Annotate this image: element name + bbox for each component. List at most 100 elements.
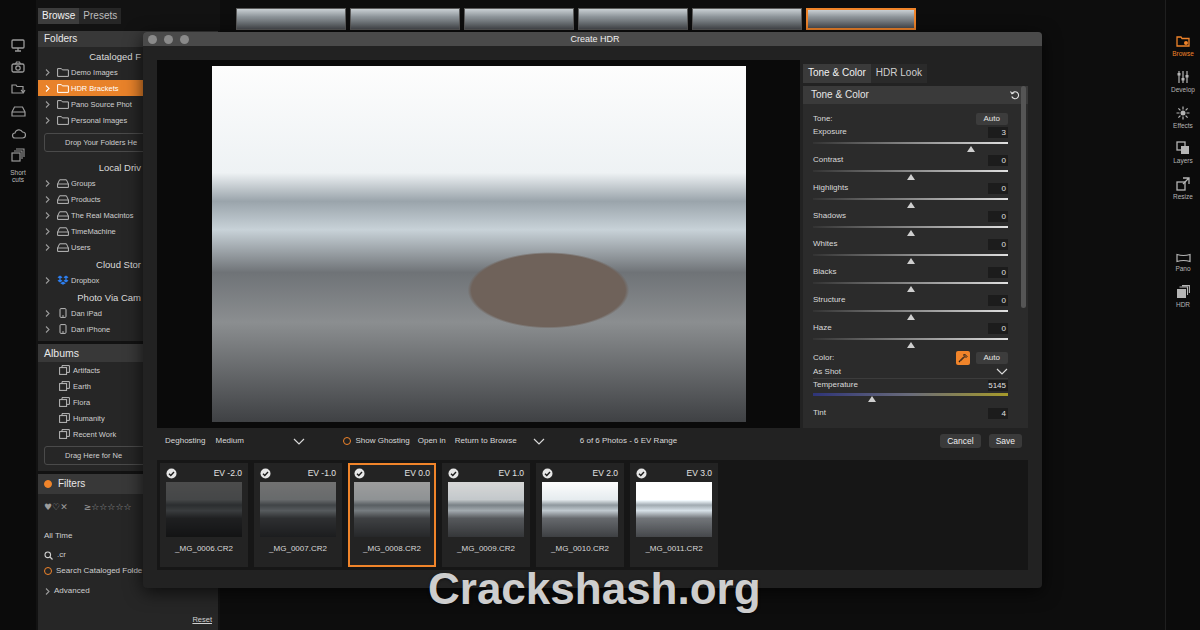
view-tab[interactable]: Presets bbox=[79, 8, 121, 24]
slider-value[interactable]: 0 bbox=[988, 183, 1008, 194]
filmstrip-thumbnail[interactable] bbox=[806, 8, 916, 30]
search-value[interactable]: .cr bbox=[57, 550, 66, 560]
bracket-thumbnail[interactable]: EV -2.0_MG_0006.CR2 bbox=[160, 463, 248, 567]
slider-value[interactable]: 0 bbox=[988, 267, 1008, 278]
expand-chevron-icon[interactable] bbox=[44, 310, 50, 317]
search-cataloged-radio[interactable] bbox=[44, 567, 52, 575]
bracket-thumbnail[interactable]: EV 0.0_MG_0008.CR2 bbox=[348, 463, 436, 567]
slider-handle[interactable] bbox=[907, 174, 915, 180]
scrollbar[interactable] bbox=[1021, 86, 1026, 308]
expand-chevron-icon[interactable] bbox=[44, 69, 50, 76]
show-ghosting-option[interactable]: Show Ghosting bbox=[343, 436, 409, 446]
slider-value[interactable]: 3 bbox=[988, 127, 1008, 138]
module-button[interactable]: Effects bbox=[1173, 106, 1193, 130]
show-ghosting-radio[interactable] bbox=[343, 437, 351, 445]
checked-icon[interactable] bbox=[166, 468, 177, 479]
slider-track[interactable] bbox=[813, 334, 1008, 350]
bracket-thumbnail[interactable]: EV 2.0_MG_0010.CR2 bbox=[536, 463, 624, 567]
filmstrip-thumbnail[interactable] bbox=[350, 8, 460, 30]
slider-handle[interactable] bbox=[907, 202, 915, 208]
expand-chevron-icon[interactable] bbox=[44, 326, 50, 333]
slider-track[interactable] bbox=[813, 194, 1008, 210]
filmstrip-thumbnail[interactable] bbox=[578, 8, 688, 30]
slider-track[interactable] bbox=[813, 222, 1008, 238]
reset-icon[interactable] bbox=[1010, 90, 1020, 100]
checked-icon[interactable] bbox=[636, 468, 647, 479]
expand-chevron-icon[interactable] bbox=[44, 212, 50, 219]
checked-icon[interactable] bbox=[542, 468, 553, 479]
slider-value[interactable]: 0 bbox=[988, 211, 1008, 222]
expand-chevron-icon[interactable] bbox=[44, 588, 50, 595]
tone-auto-button[interactable]: Auto bbox=[976, 113, 1008, 125]
expand-chevron-icon[interactable] bbox=[44, 85, 50, 92]
camera-icon[interactable] bbox=[10, 59, 26, 75]
slider-handle[interactable] bbox=[868, 396, 876, 402]
cancel-button[interactable]: Cancel bbox=[940, 434, 980, 448]
slider-handle[interactable] bbox=[967, 146, 975, 152]
bracket-thumbnail[interactable]: EV -1.0_MG_0007.CR2 bbox=[254, 463, 342, 567]
minimize-button[interactable] bbox=[164, 35, 173, 44]
bracket-thumbnail[interactable]: EV 3.0_MG_0011.CR2 bbox=[630, 463, 718, 567]
slider-value[interactable]: 0 bbox=[988, 239, 1008, 250]
deghosting-dropdown[interactable]: Medium bbox=[215, 436, 305, 446]
filmstrip-thumbnail[interactable] bbox=[236, 8, 346, 30]
close-button[interactable] bbox=[148, 35, 157, 44]
slider-track[interactable] bbox=[813, 306, 1008, 322]
zoom-button[interactable] bbox=[180, 35, 189, 44]
slider-value[interactable]: 0 bbox=[988, 323, 1008, 334]
slider-track[interactable] bbox=[813, 138, 1008, 154]
expand-chevron-icon[interactable] bbox=[44, 101, 50, 108]
checked-icon[interactable] bbox=[354, 468, 365, 479]
shortcuts-label[interactable]: Short cuts bbox=[7, 169, 29, 184]
expand-chevron-icon[interactable] bbox=[44, 117, 50, 124]
slider-handle[interactable] bbox=[907, 342, 915, 348]
stack-icon[interactable] bbox=[10, 147, 26, 163]
white-balance-picker[interactable] bbox=[956, 351, 970, 365]
expand-chevron-icon[interactable] bbox=[44, 228, 50, 235]
folder-group-title[interactable]: Local Driv bbox=[38, 158, 143, 175]
filters-toggle[interactable] bbox=[44, 480, 52, 488]
adjustment-tab[interactable]: HDR Look bbox=[871, 64, 927, 83]
checked-icon[interactable] bbox=[448, 468, 459, 479]
module-button[interactable]: Develop bbox=[1171, 70, 1195, 94]
slider-value[interactable]: 0 bbox=[988, 155, 1008, 166]
slider-handle[interactable] bbox=[907, 314, 915, 320]
open-in-dropdown[interactable]: Return to Browse bbox=[455, 436, 545, 446]
module-button[interactable]: Browse bbox=[1172, 34, 1194, 58]
folder-group-title[interactable]: Photo Via Cam bbox=[38, 288, 143, 305]
expand-chevron-icon[interactable] bbox=[44, 244, 50, 251]
expand-chevron-icon[interactable] bbox=[44, 180, 50, 187]
slider-track[interactable] bbox=[813, 278, 1008, 294]
heart-filter[interactable]: ♥♡✕ bbox=[44, 502, 68, 513]
folder-group-title[interactable]: Cloud Stor bbox=[38, 255, 143, 272]
adjustment-tab[interactable]: Tone & Color bbox=[803, 64, 871, 83]
white-balance-dropdown[interactable]: As Shot bbox=[813, 365, 1008, 379]
star-filter[interactable]: ≥☆☆☆☆☆ bbox=[84, 502, 132, 513]
slider-handle[interactable] bbox=[907, 258, 915, 264]
expand-chevron-icon[interactable] bbox=[44, 277, 50, 284]
view-tab[interactable]: Browse bbox=[38, 8, 79, 24]
slider-value[interactable]: 0 bbox=[988, 295, 1008, 306]
reset-link[interactable]: Reset bbox=[192, 615, 218, 630]
slider-track[interactable] bbox=[813, 391, 1008, 401]
folder-group-title[interactable]: Cataloged F bbox=[38, 47, 143, 64]
save-button[interactable]: Save bbox=[989, 434, 1022, 448]
filmstrip-thumbnail[interactable] bbox=[464, 8, 574, 30]
drive-icon[interactable] bbox=[10, 103, 26, 119]
module-button[interactable]: Layers bbox=[1173, 141, 1193, 165]
color-auto-button[interactable]: Auto bbox=[976, 352, 1008, 364]
expand-chevron-icon[interactable] bbox=[44, 196, 50, 203]
slider-track[interactable] bbox=[813, 250, 1008, 266]
tool-button[interactable]: Pano bbox=[1175, 253, 1190, 273]
filmstrip-thumbnail[interactable] bbox=[692, 8, 802, 30]
slider-handle[interactable] bbox=[907, 230, 915, 236]
slider-handle[interactable] bbox=[907, 286, 915, 292]
slider-value[interactable]: 5145 bbox=[988, 380, 1008, 391]
bracket-thumbnail[interactable]: EV 1.0_MG_0009.CR2 bbox=[442, 463, 530, 567]
checked-icon[interactable] bbox=[260, 468, 271, 479]
slider-track[interactable] bbox=[813, 166, 1008, 182]
slider-value[interactable]: 4 bbox=[988, 408, 1008, 419]
monitor-icon[interactable] bbox=[10, 37, 26, 53]
cloud-icon[interactable] bbox=[10, 125, 26, 141]
folder-sync-icon[interactable] bbox=[10, 81, 26, 97]
